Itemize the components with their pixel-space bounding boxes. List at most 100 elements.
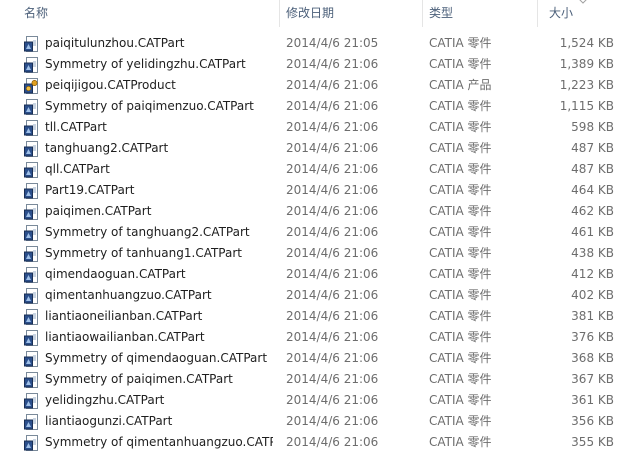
file-type: CATIA 零件	[429, 183, 492, 197]
file-size: 381 KB	[571, 309, 614, 323]
file-row[interactable]: peiqijigou.CATProduct 2014/4/6 21:06 CATIA…	[0, 75, 619, 96]
catpart-icon	[24, 57, 40, 73]
file-list: paiqitulunzhou.CATPart 2014/4/6 21:05 CATI…	[0, 33, 619, 453]
file-type: CATIA 零件	[429, 267, 492, 281]
file-row[interactable]: liantiaogunzi.CATPart 2014/4/6 21:06 CATIA…	[0, 411, 619, 432]
file-date: 2014/4/6 21:06	[286, 78, 379, 92]
file-size: 487 KB	[571, 141, 614, 155]
file-name: liantiaogunzi.CATPart	[45, 414, 173, 428]
sort-descending-icon	[579, 0, 587, 4]
file-date: 2014/4/6 21:06	[286, 57, 379, 71]
file-type: CATIA 零件	[429, 36, 492, 50]
file-type: CATIA 零件	[429, 372, 492, 386]
file-size: 1,223 KB	[559, 78, 614, 92]
file-type: CATIA 零件	[429, 225, 492, 239]
file-size: 487 KB	[571, 162, 614, 176]
file-name: qimentanhuangzuo.CATPart	[45, 288, 212, 302]
file-type: CATIA 零件	[429, 393, 492, 407]
file-row[interactable]: Symmetry of yelidingzhu.CATPart 2014/4/6 …	[0, 54, 619, 75]
file-name: Symmetry of qimendaoguan.CATPart	[45, 351, 268, 365]
file-date: 2014/4/6 21:06	[286, 183, 379, 197]
file-type: CATIA 零件	[429, 414, 492, 428]
file-row[interactable]: Symmetry of paiqimenzuo.CATPart 2014/4/6 …	[0, 96, 619, 117]
file-size: 412 KB	[571, 267, 614, 281]
file-name: tanghuang2.CATPart	[45, 141, 169, 155]
file-row[interactable]: Symmetry of paiqimen.CATPart 2014/4/6 21:…	[0, 369, 619, 390]
file-row[interactable]: qimendaoguan.CATPart 2014/4/6 21:06 CATIA …	[0, 264, 619, 285]
catpart-icon	[24, 393, 40, 409]
catproduct-icon	[24, 78, 40, 94]
file-type: CATIA 零件	[429, 141, 492, 155]
file-name: Symmetry of tanhuang1.CATPart	[45, 246, 242, 260]
column-divider[interactable]	[279, 0, 280, 27]
file-name: peiqijigou.CATProduct	[45, 78, 176, 92]
file-name: Symmetry of yelidingzhu.CATPart	[45, 57, 246, 71]
file-type: CATIA 零件	[429, 435, 492, 449]
column-header-date[interactable]: 修改日期	[286, 0, 422, 27]
file-date: 2014/4/6 21:06	[286, 162, 379, 176]
column-header-size-label: 大小	[549, 6, 574, 20]
column-header-name-label: 名称	[24, 6, 49, 20]
file-row[interactable]: yelidingzhu.CATPart 2014/4/6 21:06 CATIA 零…	[0, 390, 619, 411]
file-row[interactable]: Part19.CATPart 2014/4/6 21:06 CATIA 零件 464 …	[0, 180, 619, 201]
file-row[interactable]: Symmetry of tanhuang1.CATPart 2014/4/6 21…	[0, 243, 619, 264]
file-row[interactable]: qll.CATPart 2014/4/6 21:06 CATIA 零件 487 KB	[0, 159, 619, 180]
catpart-icon	[24, 141, 40, 157]
column-header-name[interactable]: 名称	[24, 0, 279, 27]
file-date: 2014/4/6 21:06	[286, 246, 379, 260]
file-date: 2014/4/6 21:06	[286, 351, 379, 365]
catpart-icon	[24, 330, 40, 346]
file-row[interactable]: Symmetry of tanghuang2.CATPart 2014/4/6 2…	[0, 222, 619, 243]
file-row[interactable]: paiqimen.CATPart 2014/4/6 21:06 CATIA 零件 46…	[0, 201, 619, 222]
file-row[interactable]: qimentanhuangzuo.CATPart 2014/4/6 21:06 CA…	[0, 285, 619, 306]
file-size: 376 KB	[571, 330, 614, 344]
file-size: 402 KB	[571, 288, 614, 302]
file-date: 2014/4/6 21:06	[286, 288, 379, 302]
file-type: CATIA 零件	[429, 120, 492, 134]
file-size: 361 KB	[571, 393, 614, 407]
catpart-icon	[24, 204, 40, 220]
file-row[interactable]: tanghuang2.CATPart 2014/4/6 21:06 CATIA 零件…	[0, 138, 619, 159]
file-row[interactable]: liantiaowailianban.CATPart 2014/4/6 21:06…	[0, 327, 619, 348]
catpart-icon	[24, 288, 40, 304]
file-date: 2014/4/6 21:06	[286, 141, 379, 155]
column-divider[interactable]	[537, 0, 538, 27]
file-name: qimendaoguan.CATPart	[45, 267, 186, 281]
column-header-type[interactable]: 类型	[429, 0, 537, 27]
file-name: Part19.CATPart	[45, 183, 135, 197]
file-type: CATIA 零件	[429, 204, 492, 218]
catpart-icon	[24, 435, 40, 451]
file-row[interactable]: Symmetry of qimendaoguan.CATPart 2014/4/6…	[0, 348, 619, 369]
file-size: 355 KB	[571, 435, 614, 449]
file-size: 368 KB	[571, 351, 614, 365]
file-name: yelidingzhu.CATPart	[45, 393, 165, 407]
file-size: 356 KB	[571, 414, 614, 428]
file-date: 2014/4/6 21:06	[286, 309, 379, 323]
file-date: 2014/4/6 21:06	[286, 393, 379, 407]
file-size: 1,524 KB	[559, 36, 614, 50]
column-divider[interactable]	[422, 0, 423, 27]
file-row[interactable]: tll.CATPart 2014/4/6 21:06 CATIA 零件 598 KB	[0, 117, 619, 138]
catpart-icon	[24, 372, 40, 388]
file-name: tll.CATPart	[45, 120, 107, 134]
file-date: 2014/4/6 21:05	[286, 36, 379, 50]
file-name: Symmetry of qimentanhuangzuo.CATPart	[45, 435, 273, 449]
file-row[interactable]: Symmetry of qimentanhuangzuo.CATPart 2014…	[0, 432, 619, 453]
file-row[interactable]: liantiaoneilianban.CATPart 2014/4/6 21:06…	[0, 306, 619, 327]
file-size: 464 KB	[571, 183, 614, 197]
file-size: 598 KB	[571, 120, 614, 134]
file-row[interactable]: paiqitulunzhou.CATPart 2014/4/6 21:05 CATI…	[0, 33, 619, 54]
file-type: CATIA 零件	[429, 99, 492, 113]
file-type: CATIA 零件	[429, 288, 492, 302]
catpart-icon	[24, 351, 40, 367]
catpart-icon	[24, 183, 40, 199]
file-size: 438 KB	[571, 246, 614, 260]
catpart-icon	[24, 99, 40, 115]
catpart-icon	[24, 162, 40, 178]
column-header-bar: 名称 修改日期 类型 大小	[0, 0, 619, 27]
catpart-icon	[24, 36, 40, 52]
catpart-icon	[24, 120, 40, 136]
file-date: 2014/4/6 21:06	[286, 267, 379, 281]
catpart-icon	[24, 246, 40, 262]
file-type: CATIA 零件	[429, 330, 492, 344]
